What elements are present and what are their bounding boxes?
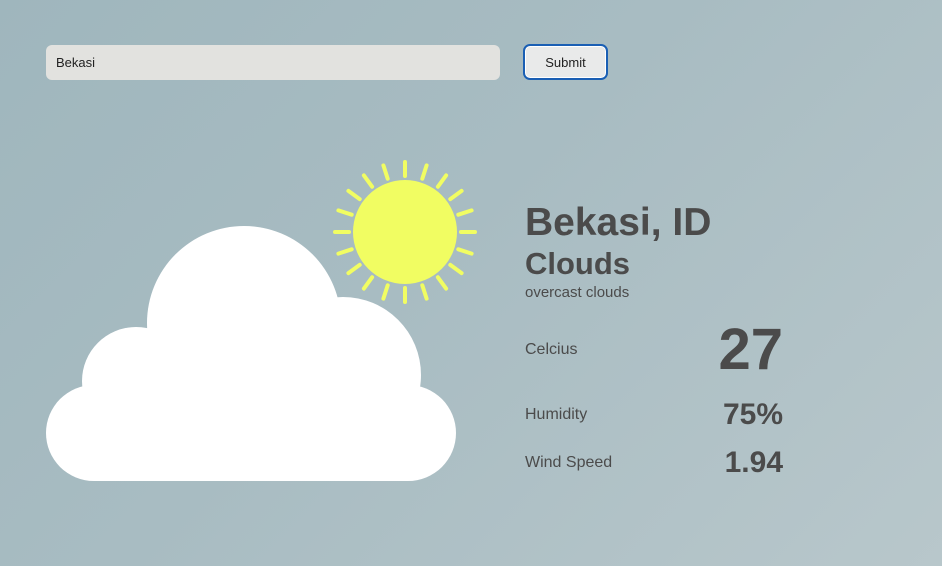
- sun-ray: [420, 163, 429, 181]
- sun-ray: [381, 283, 390, 301]
- sun-ray: [381, 163, 390, 181]
- sun-ray: [435, 275, 449, 291]
- cloud-sun-icon: [46, 160, 477, 481]
- sun-ray: [456, 247, 474, 256]
- sun-ray: [361, 173, 375, 189]
- temperature-value: 27: [718, 317, 783, 382]
- sun-ray: [420, 283, 429, 301]
- submit-button[interactable]: Submit: [523, 44, 608, 80]
- sun-ray: [336, 208, 354, 217]
- temperature-label: Celcius: [525, 341, 578, 358]
- wind-speed-row: Wind Speed 1.94: [525, 444, 783, 482]
- sun-ray: [336, 247, 354, 256]
- sun-ray: [456, 208, 474, 217]
- sun-ray: [435, 173, 449, 189]
- city-title: Bekasi, ID: [525, 201, 712, 244]
- weather-condition: Clouds: [525, 246, 631, 281]
- weather-description: overcast clouds: [525, 284, 630, 301]
- sun-ray: [361, 275, 375, 291]
- weather-summary: Bekasi, ID Clouds overcast clouds: [525, 200, 795, 304]
- city-search-input[interactable]: [46, 45, 500, 80]
- sun-icon: [333, 160, 477, 304]
- humidity-value: 75%: [722, 398, 783, 431]
- humidity-row: Humidity 75%: [525, 396, 783, 434]
- sun-ray: [346, 188, 362, 202]
- sun-ray: [448, 188, 464, 202]
- sun-ray: [448, 262, 464, 276]
- humidity-label: Humidity: [525, 406, 588, 423]
- temperature-row: Celcius 27: [525, 318, 783, 382]
- sun-ray: [346, 262, 362, 276]
- wind-speed-label: Wind Speed: [525, 454, 613, 471]
- wind-speed-value: 1.94: [724, 446, 783, 479]
